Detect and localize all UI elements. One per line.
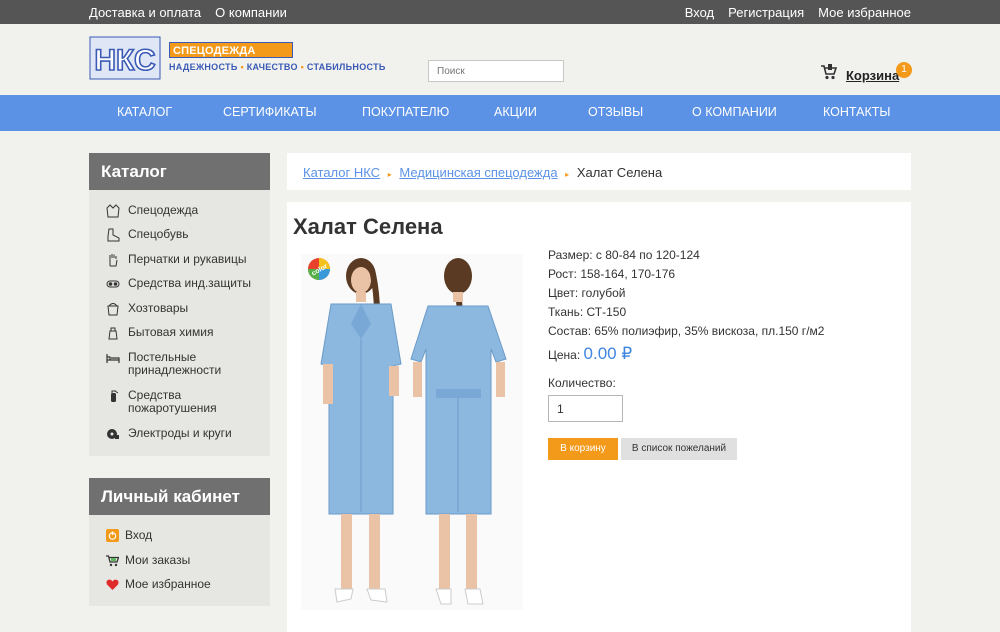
top-link-register[interactable]: Регистрация bbox=[728, 5, 804, 20]
sidebar-item-workwear[interactable]: Спецодежда bbox=[106, 204, 258, 218]
breadcrumb-current: Халат Селена bbox=[576, 165, 663, 180]
site-logo[interactable]: НКС СПЕЦОДЕЖДА ОПТОМ НАДЕЖНОСТЬ • КАЧЕСТ… bbox=[89, 36, 385, 84]
nav-catalog[interactable]: КАТАЛОГ bbox=[117, 105, 172, 119]
cart-label[interactable]: Корзина bbox=[846, 68, 899, 83]
breadcrumb: Каталог НКС ▸ Медицинская спецодежда ▸ Х… bbox=[287, 153, 911, 190]
breadcrumb-separator-icon: ▸ bbox=[387, 170, 392, 179]
catalog-title: Каталог bbox=[89, 153, 270, 190]
cart-icon bbox=[821, 63, 838, 79]
account-item-favorites[interactable]: Мое избранное bbox=[106, 577, 211, 591]
boot-icon bbox=[106, 228, 120, 242]
goggles-icon bbox=[106, 277, 120, 291]
top-link-favorites[interactable]: Мое избранное bbox=[818, 5, 911, 20]
color-badge-icon: color bbox=[308, 258, 330, 280]
nav-reviews[interactable]: ОТЗЫВЫ bbox=[588, 105, 643, 119]
spec-fabric: Ткань: СТ-150 bbox=[548, 305, 627, 319]
jacket-icon bbox=[106, 204, 120, 218]
account-sidebar: Личный кабинет Вход Мои заказы Мое избра… bbox=[89, 478, 270, 606]
price-row: Цена: 0.00 ₽ bbox=[548, 344, 632, 364]
add-to-cart-button[interactable]: В корзину bbox=[548, 438, 618, 460]
glove-icon bbox=[106, 253, 120, 267]
header: НКС СПЕЦОДЕЖДА ОПТОМ НАДЕЖНОСТЬ • КАЧЕСТ… bbox=[0, 24, 1000, 95]
bucket-icon bbox=[106, 302, 120, 316]
price-label: Цена: bbox=[548, 348, 581, 362]
sidebar-item-electrodes[interactable]: Электроды и круги bbox=[106, 427, 258, 441]
breadcrumb-link-catalog[interactable]: Каталог НКС bbox=[303, 165, 380, 180]
account-item-login[interactable]: Вход bbox=[106, 528, 152, 542]
price-value: 0.00 ₽ bbox=[583, 344, 633, 363]
sidebar-item-household[interactable]: Хозтовары bbox=[106, 302, 258, 316]
nav-about[interactable]: О КОМПАНИИ bbox=[692, 105, 777, 119]
grinder-icon bbox=[106, 427, 120, 441]
top-link-login[interactable]: Вход bbox=[685, 5, 714, 20]
sidebar-item-footwear[interactable]: Спецобувь bbox=[106, 228, 258, 242]
power-icon bbox=[106, 528, 119, 542]
breadcrumb-link-medical[interactable]: Медицинская спецодежда bbox=[399, 165, 557, 180]
spec-color: Цвет: голубой bbox=[548, 286, 626, 300]
nav-promotions[interactable]: АКЦИИ bbox=[494, 105, 537, 119]
top-link-delivery[interactable]: Доставка и оплата bbox=[89, 5, 201, 20]
logo-letters: НКС bbox=[94, 44, 155, 77]
quantity-input[interactable] bbox=[548, 395, 623, 422]
product-panel: Халат Селена color Размер: с 80-84 по 12… bbox=[287, 202, 911, 632]
bed-icon bbox=[106, 351, 120, 365]
spec-size: Размер: с 80-84 по 120-124 bbox=[548, 248, 700, 262]
add-to-wishlist-button[interactable]: В список пожеланий bbox=[621, 438, 737, 460]
main-nav: КАТАЛОГ СЕРТИФИКАТЫ ПОКУПАТЕЛЮ АКЦИИ ОТЗ… bbox=[0, 95, 1000, 131]
account-item-orders[interactable]: Мои заказы bbox=[106, 553, 190, 567]
heart-icon bbox=[106, 578, 119, 591]
top-link-about[interactable]: О компании bbox=[215, 5, 287, 20]
spec-height: Рост: 158-164, 170-176 bbox=[548, 267, 676, 281]
page-title: Халат Селена bbox=[293, 214, 443, 239]
account-title: Личный кабинет bbox=[89, 478, 270, 515]
fire-extinguisher-icon bbox=[106, 389, 120, 403]
sidebar-item-gloves[interactable]: Перчатки и рукавицы bbox=[106, 253, 258, 267]
nav-certificates[interactable]: СЕРТИФИКАТЫ bbox=[223, 105, 317, 119]
spec-composition: Состав: 65% полиэфир, 35% вискоза, пл.15… bbox=[548, 324, 825, 338]
logo-tagline: НАДЕЖНОСТЬ • КАЧЕСТВО • СТАБИЛЬНОСТЬ bbox=[169, 62, 386, 72]
nav-contacts[interactable]: КОНТАКТЫ bbox=[823, 105, 890, 119]
product-photo: color bbox=[301, 254, 523, 610]
search-input[interactable] bbox=[428, 60, 564, 82]
breadcrumb-separator-icon: ▸ bbox=[565, 170, 570, 179]
logo-mark: НКС bbox=[89, 36, 161, 80]
nav-customers[interactable]: ПОКУПАТЕЛЮ bbox=[362, 105, 449, 119]
top-bar: Доставка и оплата О компании Вход Регист… bbox=[0, 0, 1000, 24]
product-image[interactable]: color bbox=[301, 254, 523, 610]
quantity-label: Количество: bbox=[548, 376, 616, 390]
catalog-sidebar: Каталог Спецодежда Спецобувь Перчатки и … bbox=[89, 153, 270, 456]
cart-icon bbox=[106, 554, 119, 567]
sidebar-item-ppe[interactable]: Средства инд.защиты bbox=[106, 277, 258, 291]
cart-link[interactable]: Корзина 1 bbox=[820, 60, 912, 83]
sidebar-item-fire-safety[interactable]: Средства пожаротушения bbox=[106, 389, 258, 415]
sidebar-item-chemicals[interactable]: Бытовая химия bbox=[106, 326, 258, 340]
sidebar-item-bedding[interactable]: Постельные принадлежности bbox=[106, 351, 258, 377]
logo-banner: СПЕЦОДЕЖДА ОПТОМ bbox=[169, 42, 293, 73]
cart-count-badge: 1 bbox=[896, 62, 912, 78]
spray-bottle-icon bbox=[106, 326, 120, 340]
